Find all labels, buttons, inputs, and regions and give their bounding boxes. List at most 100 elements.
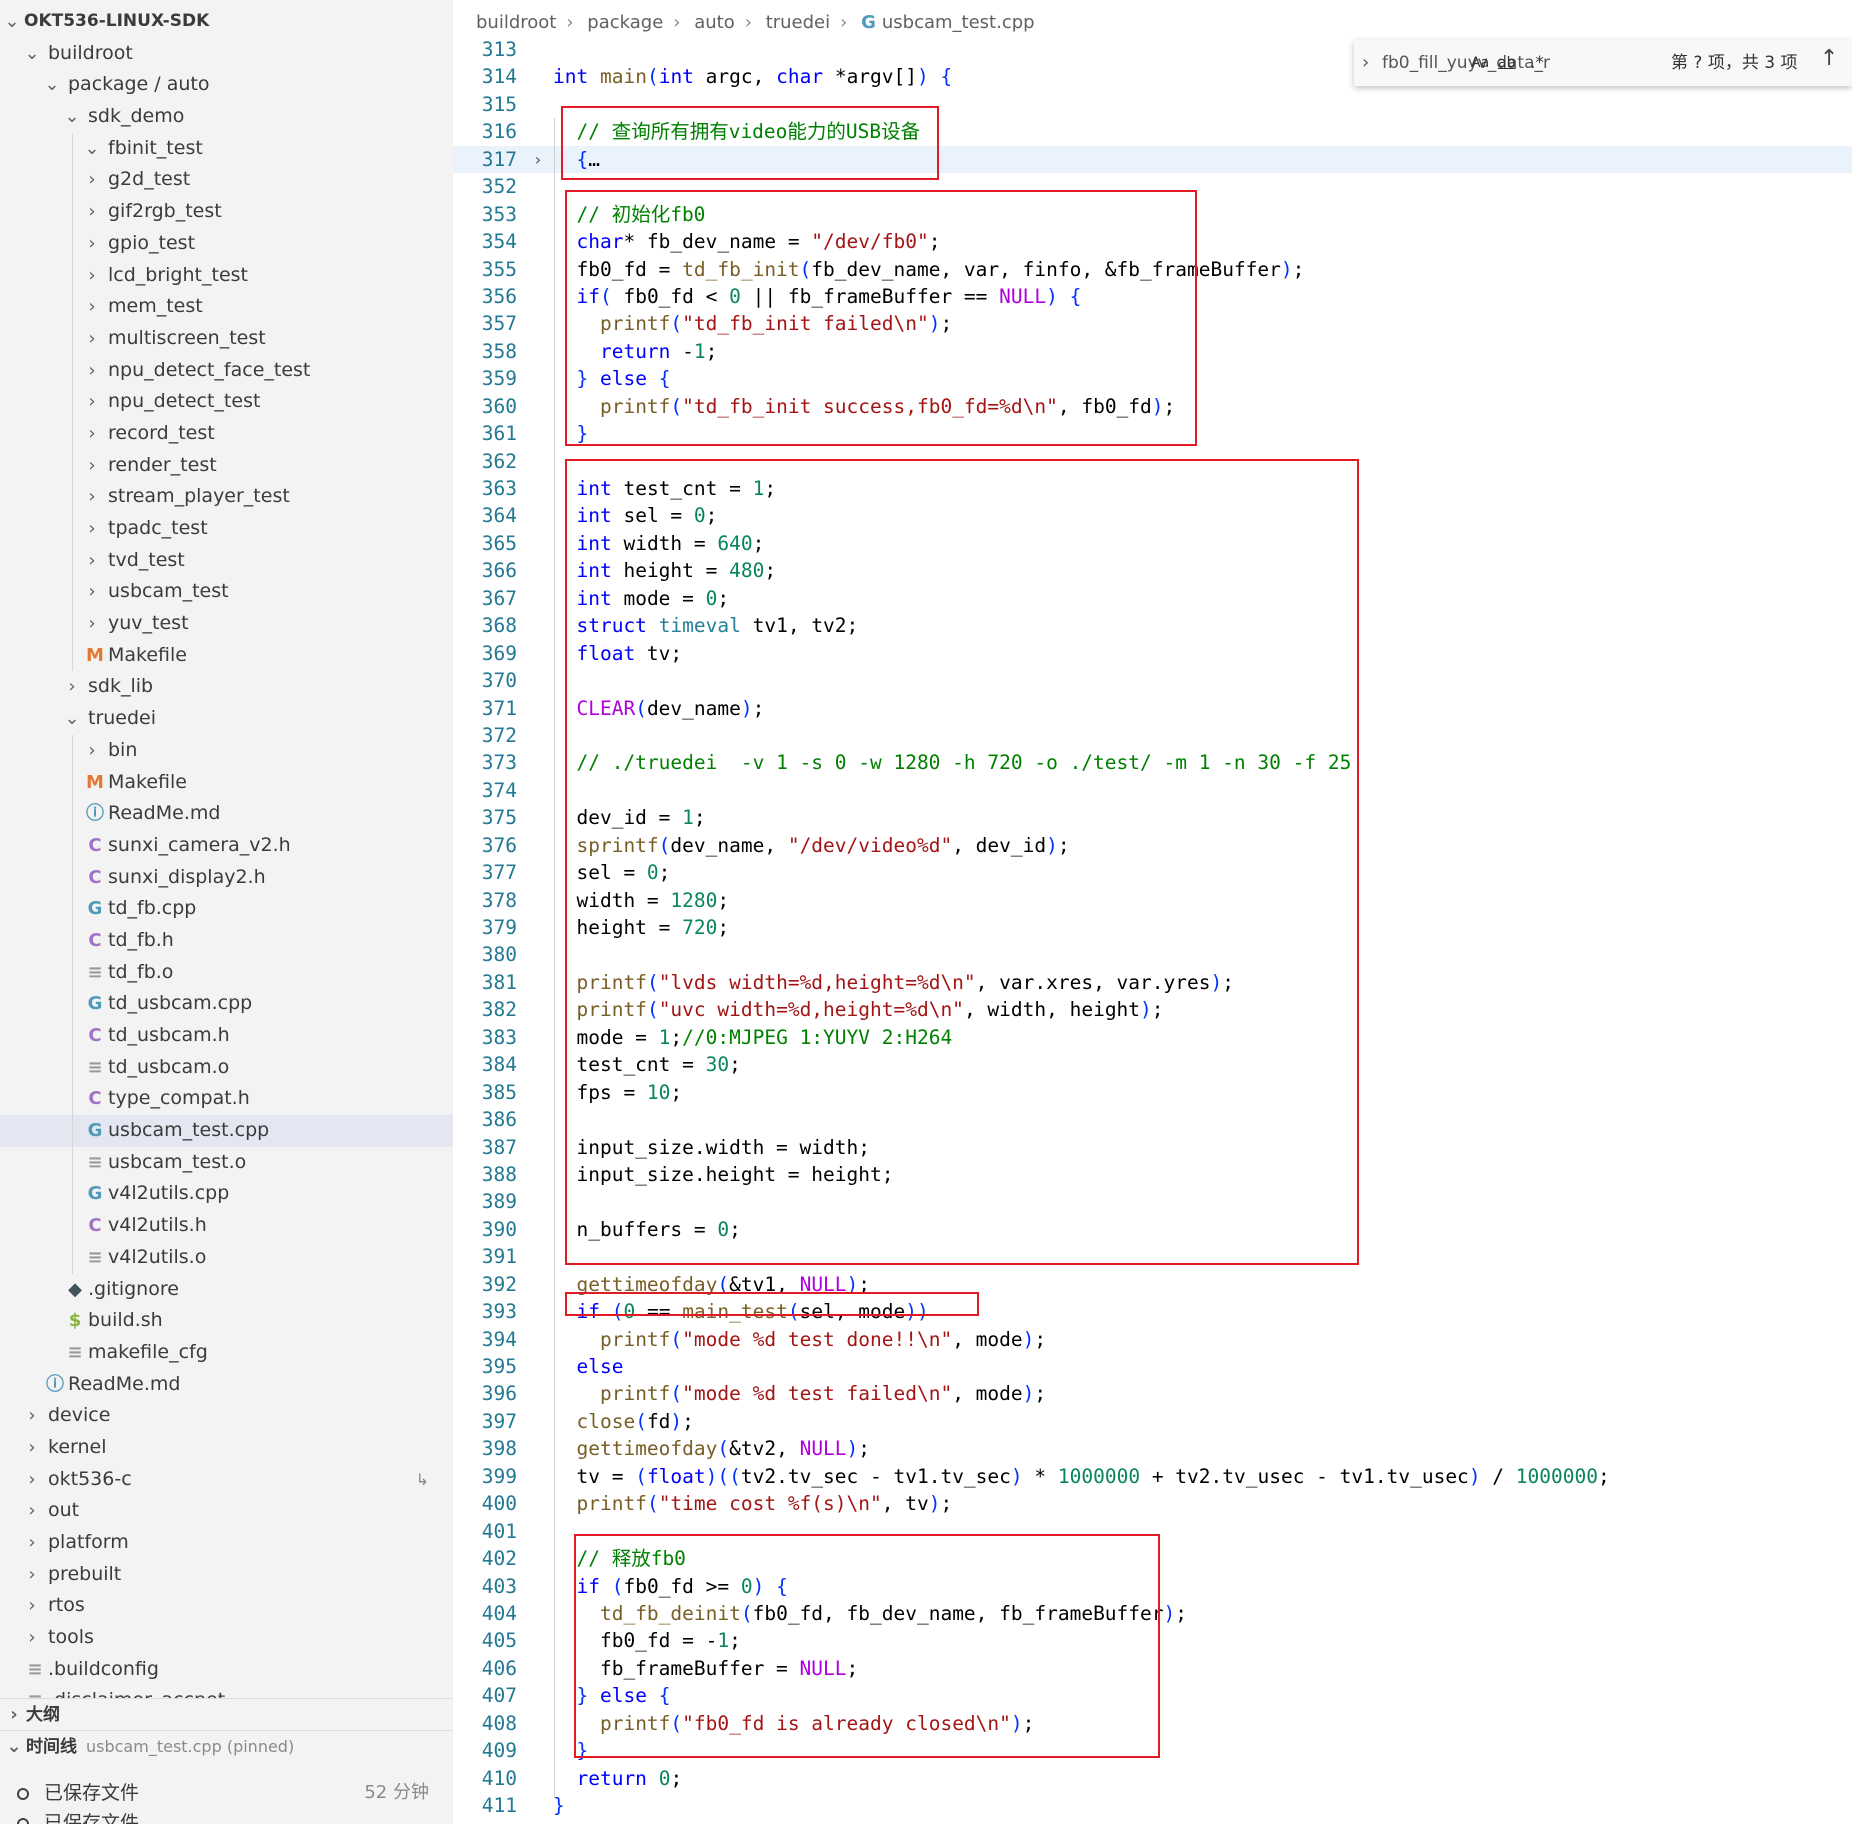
tree-file[interactable]: ≡ v4l2utils.o [0,1241,453,1274]
tree-file[interactable]: ◆ .gitignore [0,1274,453,1306]
code-line[interactable]: 408 printf("fb0_fd is already closed\n")… [453,1710,1852,1737]
code-line[interactable]: 383 mode = 1;//0:MJPEG 1:YUYV 2:H264 [453,1024,1852,1051]
tree-folder[interactable]: › out [0,1495,453,1527]
code-line[interactable]: 391 [453,1243,1852,1270]
code-line[interactable]: 360 printf("td_fb_init success,fb0_fd=%d… [453,393,1852,420]
code-line[interactable]: 401 [453,1518,1852,1545]
tree-file[interactable]: Csunxi_display2.h [0,861,453,894]
tree-file[interactable]: Gtd_fb.cpp [0,893,453,925]
chevron-right-icon[interactable]: › [1362,52,1369,73]
code-line[interactable]: 394 printf("mode %d test done!!\n", mode… [453,1326,1852,1353]
code-line[interactable]: 399 tv = (float)((tv2.tv_sec - tv1.tv_se… [453,1463,1852,1490]
code-line[interactable]: 368 struct timeval tv1, tv2; [453,612,1852,639]
code-line[interactable]: 361 } [453,420,1852,447]
code-line[interactable]: 395 else [453,1353,1852,1380]
code-line[interactable]: 366 int height = 480; [453,557,1852,584]
code-line[interactable]: 386 [453,1106,1852,1133]
tree-file[interactable]: M Makefile [0,639,453,672]
tree-folder[interactable]: › platform [0,1527,453,1559]
code-line[interactable]: 376 sprintf(dev_name, "/dev/video%d", de… [453,832,1852,859]
tree-folder[interactable]: ⌄ package / auto [0,69,453,101]
code-line[interactable]: 407 } else { [453,1682,1852,1709]
code-line[interactable]: 373 // ./truedei -v 1 -s 0 -w 1280 -h 72… [453,749,1852,776]
code-line[interactable]: 396 printf("mode %d test failed\n", mode… [453,1380,1852,1407]
tree-folder[interactable]: ⌄ sdk_demo [0,101,453,133]
code-line[interactable]: 385 fps = 10; [453,1079,1852,1106]
tree-file[interactable]: Gusbcam_test.cpp [0,1115,453,1147]
tree-folder[interactable]: › device [0,1400,453,1432]
tree-file[interactable]: Ctype_compat.h [0,1083,453,1116]
tree-folder[interactable]: › usbcam_test [0,576,453,609]
code-line[interactable]: 359 } else { [453,365,1852,392]
code-lines[interactable]: 313 314 int main(int argc, char *argv[]) {… [453,36,1852,1819]
code-line[interactable]: 315 [453,91,1852,118]
tree-folder[interactable]: › okt536-c ↳ [0,1464,453,1496]
code-line[interactable]: 406 fb_frameBuffer = NULL; [453,1655,1852,1682]
code-line[interactable]: 362 [453,448,1852,475]
code-line[interactable]: 317 › {… [453,145,1852,174]
tree-folder[interactable]: › mem_test [0,291,453,323]
tree-folder[interactable]: › sdk_lib [0,671,453,703]
code-line[interactable]: 393 if (0 == main_test(sel, mode)) [453,1298,1852,1325]
code-line[interactable]: 409 } [453,1737,1852,1764]
outline-panel-header[interactable]: › 大纲 [0,1698,453,1731]
timeline-item[interactable]: 已保存文件 [0,1808,453,1824]
code-line[interactable]: 365 int width = 640; [453,530,1852,557]
code-line[interactable]: 369 float tv; [453,640,1852,667]
code-line[interactable]: 370 [453,667,1852,694]
code-line[interactable]: 378 width = 1280; [453,887,1852,914]
find-input[interactable]: fb0_fill_yuyv_data_r [1382,48,1672,78]
code-line[interactable]: 356 if( fb0_fd < 0 || fb_frameBuffer == … [453,283,1852,310]
code-line[interactable]: 316 // 查询所有拥有video能力的USB设备 [453,118,1852,145]
code-line[interactable]: 372 [453,722,1852,749]
code-line[interactable]: 402 // 释放fb0 [453,1545,1852,1572]
tree-folder[interactable]: ⌄ truedei [0,703,453,735]
tree-folder[interactable]: › render_test [0,449,453,482]
code-line[interactable]: 390 n_buffers = 0; [453,1216,1852,1243]
code-line[interactable]: 358 return -1; [453,338,1852,365]
whole-word-toggle[interactable]: ab [1498,48,1515,78]
code-line[interactable]: 405 fb0_fd = -1; [453,1627,1852,1654]
tree-folder[interactable]: › gpio_test [0,227,453,260]
tree-folder[interactable]: › rtos [0,1590,453,1622]
tree-folder[interactable]: › tools [0,1622,453,1654]
timeline-item[interactable]: 已保存文件 52 分钟 [0,1778,453,1808]
code-line[interactable]: 371 CLEAR(dev_name); [453,695,1852,722]
tree-folder[interactable]: › gif2rgb_test [0,196,453,228]
code-line[interactable]: 382 printf("uvc width=%d,height=%d\n", w… [453,996,1852,1023]
code-line[interactable]: 374 [453,777,1852,804]
code-line[interactable]: 353 // 初始化fb0 [453,201,1852,228]
tree-file[interactable]: ⓘ ReadMe.md [0,798,453,830]
tree-folder[interactable]: ⌄ buildroot [0,38,453,70]
tree-file[interactable]: $ build.sh [0,1305,453,1337]
tree-file[interactable]: ≡ makefile_cfg [0,1337,453,1369]
tree-file[interactable]: Cv4l2utils.h [0,1210,453,1242]
tree-file[interactable]: ≡ .buildconfig [0,1654,453,1686]
tree-file[interactable]: Csunxi_camera_v2.h [0,829,453,862]
code-line[interactable]: 377 sel = 0; [453,859,1852,886]
tree-file[interactable]: Gv4l2utils.cpp [0,1178,453,1211]
code-line[interactable]: 367 int mode = 0; [453,585,1852,612]
code-line[interactable]: 380 [453,941,1852,968]
timeline-panel-header[interactable]: ⌄ 时间线 usbcam_test.cpp (pinned) [0,1730,453,1763]
code-line[interactable]: 352 [453,173,1852,200]
tree-folder[interactable]: › npu_detect_face_test [0,354,453,387]
code-line[interactable]: 354 char* fb_dev_name = "/dev/fb0"; [453,228,1852,255]
tree-root[interactable]: ⌄ OKT536-LINUX-SDK [0,6,453,38]
code-line[interactable]: 389 [453,1188,1852,1215]
tree-folder[interactable]: ⌄ fbinit_test [0,132,453,165]
tree-file[interactable]: Gtd_usbcam.cpp [0,988,453,1020]
tree-folder[interactable]: › prebuilt [0,1559,453,1591]
tree-file[interactable]: Ctd_fb.h [0,924,453,957]
code-line[interactable]: 357 printf("td_fb_init failed\n"); [453,310,1852,337]
tree-folder[interactable]: › npu_detect_test [0,386,453,418]
code-line[interactable]: 384 test_cnt = 30; [453,1051,1852,1078]
code-line[interactable]: 400 printf("time cost %f(s)\n", tv); [453,1490,1852,1517]
code-line[interactable]: 398 gettimeofday(&tv2, NULL); [453,1435,1852,1462]
code-line[interactable]: 355 fb0_fd = td_fb_init(fb_dev_name, var… [453,256,1852,283]
code-line[interactable]: 379 height = 720; [453,914,1852,941]
code-line[interactable]: 388 input_size.height = height; [453,1161,1852,1188]
tree-folder[interactable]: › bin [0,734,453,767]
code-line[interactable]: 375 dev_id = 1; [453,804,1852,831]
tree-folder[interactable]: › multiscreen_test [0,322,453,355]
